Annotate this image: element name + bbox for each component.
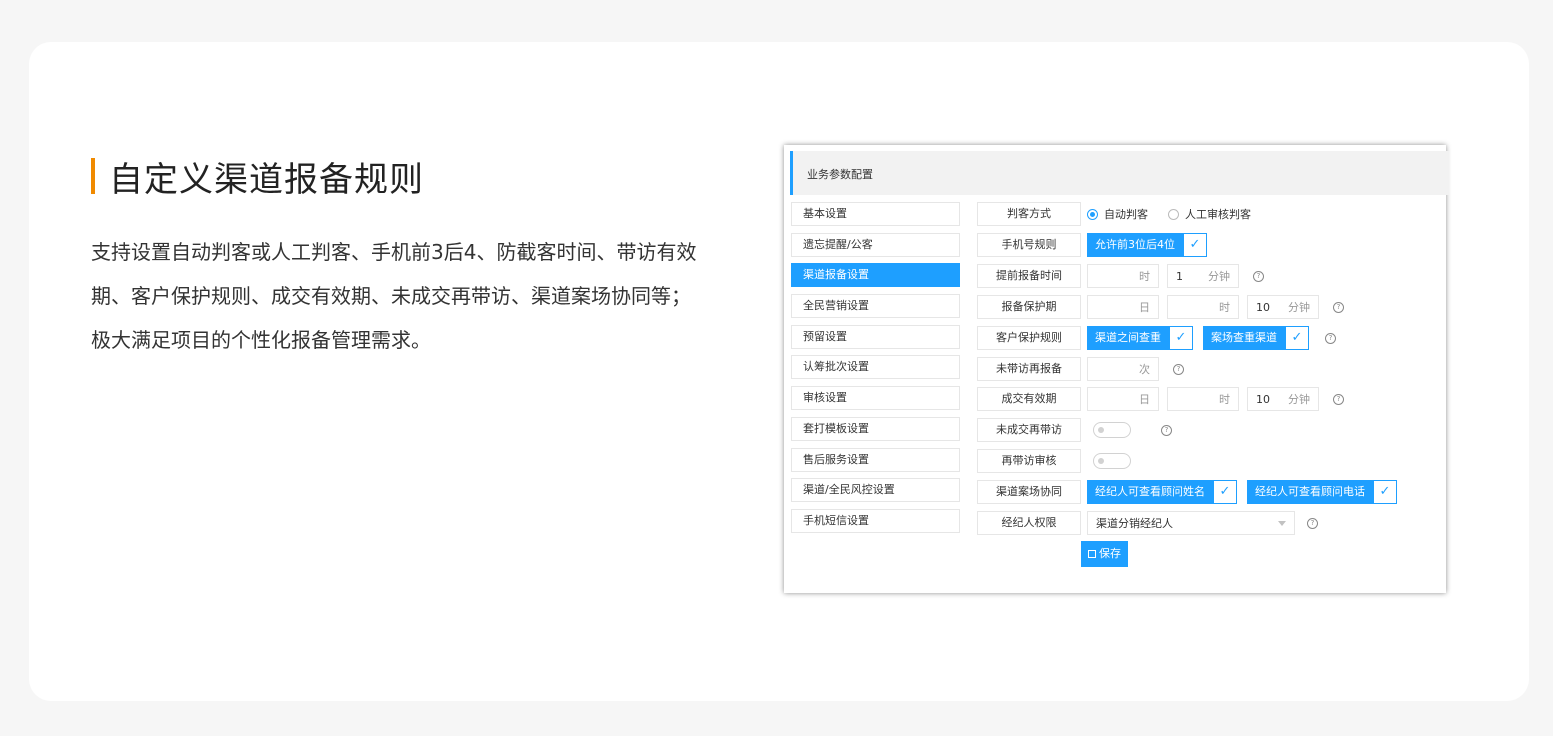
config-screenshot: 业务参数配置 基本设置 遗忘提醒/公客 渠道报备设置 全民营销设置 预留设置 认… [784,145,1449,593]
field-label: 成交有效期 [977,387,1081,411]
radio-manual-judge[interactable]: 人工审核判客 [1168,206,1251,222]
unit-label: 时 [1139,270,1150,283]
accent-bar [91,158,95,194]
radio-label: 自动判客 [1104,208,1148,221]
radio-label: 人工审核判客 [1185,208,1251,221]
help-icon[interactable]: ? [1173,363,1184,375]
menu-item-batch[interactable]: 认筹批次设置 [791,355,960,380]
check-icon[interactable]: ✓ [1285,326,1309,350]
help-icon[interactable]: ? [1333,393,1344,405]
row-collab: 渠道案场协同 经纪人可查看顾问姓名 ✓ 经纪人可查看顾问电话 ✓ [977,480,1407,504]
unit-label: 分钟 [1288,393,1310,406]
select-value: 渠道分销经纪人 [1096,517,1173,530]
menu-item-reserve[interactable]: 预留设置 [791,324,960,349]
field-label: 未成交再带访 [977,418,1081,442]
row-nodeal: 未成交再带访 ? [977,418,1178,442]
description-line-2: 极大满足项目的个性化报备管理需求。 [91,328,431,352]
count-input[interactable]: 次 [1087,357,1159,381]
panel-title: 业务参数配置 [807,168,873,181]
field-label: 报备保护期 [977,295,1081,319]
row-customer-protect: 客户保护规则 渠道之间查重 ✓ 案场查重渠道 ✓ ? [977,326,1342,350]
input-value: 10 [1256,392,1270,406]
minute-input[interactable]: 10 分钟 [1247,295,1319,319]
save-button[interactable]: 保存 [1081,541,1128,567]
menu-item-channel-report[interactable]: 渠道报备设置 [791,263,960,288]
help-icon[interactable]: ? [1325,332,1336,344]
field-label: 手机号规则 [977,233,1081,257]
day-input[interactable]: 日 [1087,387,1159,411]
save-icon [1088,550,1096,558]
panel-header: 业务参数配置 [790,151,1449,195]
field-label: 再带访审核 [977,449,1081,473]
heading-text: 自定义渠道报备规则 [109,159,424,200]
row-review: 再带访审核 [977,449,1155,473]
hour-input[interactable]: 时 [1167,295,1239,319]
tag-channel-dedupe[interactable]: 渠道之间查重 [1087,326,1169,350]
menu-item-basic[interactable]: 基本设置 [791,202,960,226]
menu-item-sms[interactable]: 手机短信设置 [791,508,960,533]
description: 支持设置自动判客或人工判客、手机前3后4、防截客时间、带访有效期、客户保护规则、… [91,230,721,362]
minute-input[interactable]: 10 分钟 [1247,387,1319,411]
check-icon[interactable]: ✓ [1373,480,1397,504]
field-label: 提前报备时间 [977,264,1081,288]
input-value: 10 [1256,300,1270,314]
menu-item-aftersale[interactable]: 售后服务设置 [791,447,960,472]
unit-label: 分钟 [1288,301,1310,314]
row-judge: 判客方式 自动判客 人工审核判客 [977,202,1271,226]
field-label: 未带访再报备 [977,357,1081,381]
row-advance: 提前报备时间 时 1 分钟 ? [977,264,1270,288]
settings-menu: 基本设置 遗忘提醒/公客 渠道报备设置 全民营销设置 预留设置 认筹批次设置 审… [791,202,960,540]
row-revisit: 未带访再报备 次 ? [977,357,1190,381]
radio-circle-checked [1087,208,1098,220]
save-label: 保存 [1099,547,1121,560]
row-deal: 成交有效期 日 时 10 分钟 ? [977,387,1350,411]
permission-select[interactable]: 渠道分销经纪人 [1087,511,1295,535]
help-icon[interactable]: ? [1307,517,1318,529]
unit-label: 次 [1139,363,1150,376]
unit-label: 分钟 [1208,270,1230,283]
menu-item-audit[interactable]: 审核设置 [791,386,960,411]
check-icon[interactable]: ✓ [1213,480,1237,504]
day-input[interactable]: 日 [1087,295,1159,319]
unit-label: 时 [1219,301,1230,314]
radio-auto-judge[interactable]: 自动判客 [1087,206,1148,222]
field-label: 客户保护规则 [977,326,1081,350]
hour-input[interactable]: 时 [1087,264,1159,288]
tag-phone-rule[interactable]: 允许前3位后4位 [1087,233,1183,257]
description-line-1: 支持设置自动判客或人工判客、手机前3后4、防截客时间、带访有效期、客户保护规则、… [91,240,697,308]
toggle-switch[interactable] [1093,453,1131,469]
hour-input[interactable]: 时 [1167,387,1239,411]
help-icon[interactable]: ? [1333,301,1344,313]
unit-label: 时 [1219,393,1230,406]
field-label: 经纪人权限 [977,511,1081,535]
section-heading: 自定义渠道报备规则 [91,152,424,200]
field-label: 判客方式 [977,202,1081,226]
input-value: 1 [1176,269,1183,283]
row-permission: 经纪人权限 渠道分销经纪人 ? [977,511,1324,535]
unit-label: 日 [1139,301,1150,314]
row-protect: 报备保护期 日 时 10 分钟 ? [977,295,1350,319]
toggle-switch[interactable] [1093,422,1131,438]
tag-view-advisor-name[interactable]: 经纪人可查看顾问姓名 [1087,480,1213,504]
menu-item-reminder[interactable]: 遗忘提醒/公客 [791,232,960,257]
field-label: 渠道案场协同 [977,480,1081,504]
menu-item-print-template[interactable]: 套打模板设置 [791,416,960,441]
unit-label: 日 [1139,393,1150,406]
menu-item-marketing[interactable]: 全民营销设置 [791,294,960,319]
menu-item-risk[interactable]: 渠道/全民风控设置 [791,478,960,503]
minute-input[interactable]: 1 分钟 [1167,264,1239,288]
chevron-down-icon [1278,520,1286,526]
row-phone: 手机号规则 允许前3位后4位 ✓ [977,233,1217,257]
check-icon[interactable]: ✓ [1169,326,1193,350]
tag-site-dedupe[interactable]: 案场查重渠道 [1203,326,1285,350]
check-icon[interactable]: ✓ [1183,233,1207,257]
radio-circle [1168,208,1179,220]
help-icon[interactable]: ? [1161,424,1172,436]
tag-view-advisor-phone[interactable]: 经纪人可查看顾问电话 [1247,480,1373,504]
help-icon[interactable]: ? [1253,270,1264,282]
